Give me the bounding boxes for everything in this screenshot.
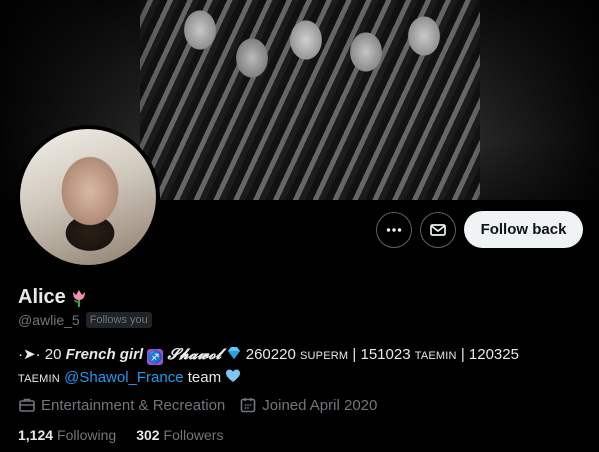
bio-dates-3: | 120325 <box>460 346 519 363</box>
bio-age: 20 <box>44 346 62 363</box>
category-text: Entertainment & Recreation <box>41 396 226 414</box>
blue-heart-icon <box>226 369 241 382</box>
display-name: Alice <box>18 286 66 308</box>
bio-shawol: 𝓢𝓱𝓪𝔀𝓸𝓵 <box>167 345 222 363</box>
joined-item: Joined April 2020 <box>239 396 377 414</box>
follow-stats: 1,124 Following 302 Followers <box>18 427 223 443</box>
profile-bio: ·➤· 20 French girl ♐ 𝓢𝓱𝓪𝔀𝓸𝓵 260220 SUPER… <box>18 344 583 390</box>
user-handle: @awlie_5 <box>18 312 80 328</box>
tulip-icon <box>72 289 85 307</box>
handle-row: @awlie_5 Follows you <box>18 312 152 328</box>
bio-french-girl: French girl <box>65 346 144 363</box>
followers-label: Followers <box>163 427 224 443</box>
bio-prefix: ·➤· <box>18 346 41 363</box>
message-button[interactable] <box>420 212 456 248</box>
bio-dates-2: | 151023 <box>352 346 411 363</box>
avatar-image <box>20 129 156 265</box>
bio-taemin-2: TAEMIN <box>18 373 60 385</box>
follows-you-badge: Follows you <box>85 312 152 328</box>
bio-mention-link[interactable]: @Shawol_France <box>64 369 183 386</box>
bio-team: team <box>187 369 222 386</box>
gem-icon <box>227 347 240 359</box>
following-link[interactable]: 1,124 Following <box>18 427 116 443</box>
category-item: Entertainment & Recreation <box>18 396 225 414</box>
envelope-icon <box>430 224 446 236</box>
more-horizontal-icon <box>386 228 402 232</box>
bio-superm: SUPERM <box>299 350 349 362</box>
followers-link[interactable]: 302 Followers <box>136 427 223 443</box>
name-row: Alice <box>18 286 90 309</box>
bio-dates-1: 260220 <box>245 346 296 363</box>
profile-meta: Entertainment & Recreation Joined April … <box>18 396 377 414</box>
follow-back-button[interactable]: Follow back <box>464 211 583 248</box>
joined-text: Joined April 2020 <box>262 396 378 414</box>
calendar-icon <box>240 398 256 413</box>
following-label: Following <box>57 427 117 443</box>
bio-taemin-1: TAEMIN <box>414 350 457 362</box>
followers-count: 302 <box>136 427 160 443</box>
following-count: 1,124 <box>18 427 54 443</box>
more-button[interactable] <box>376 212 412 248</box>
sagittarius-icon: ♐ <box>147 349 164 365</box>
briefcase-icon <box>19 398 35 412</box>
avatar[interactable] <box>16 125 160 269</box>
